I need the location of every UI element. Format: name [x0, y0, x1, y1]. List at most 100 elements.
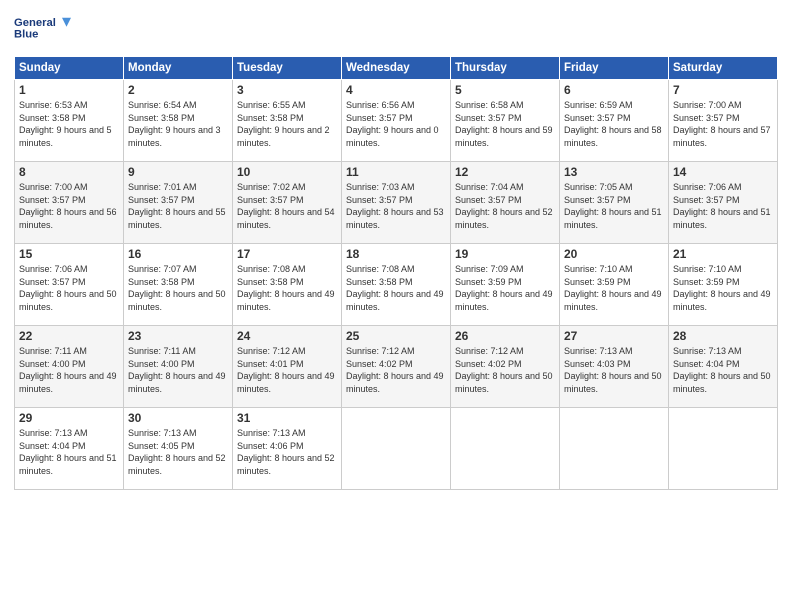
day-info: Sunrise: 7:08 AMSunset: 3:58 PMDaylight:… [346, 263, 446, 313]
day-cell: 23 Sunrise: 7:11 AMSunset: 4:00 PMDayligh… [124, 326, 233, 408]
day-cell: 22 Sunrise: 7:11 AMSunset: 4:00 PMDayligh… [15, 326, 124, 408]
day-cell: 28 Sunrise: 7:13 AMSunset: 4:04 PMDayligh… [669, 326, 778, 408]
day-cell [451, 408, 560, 490]
logo-svg: General Blue [14, 10, 74, 48]
day-info: Sunrise: 6:53 AMSunset: 3:58 PMDaylight:… [19, 99, 119, 149]
day-cell: 19Sunrise: 7:09 AMSunset: 3:59 PMDayligh… [451, 244, 560, 326]
day-cell: 4 Sunrise: 6:56 AMSunset: 3:57 PMDaylight… [342, 80, 451, 162]
day-info: Sunrise: 7:13 AMSunset: 4:04 PMDaylight:… [673, 345, 773, 395]
day-number: 8 [19, 165, 119, 179]
day-cell: 25 Sunrise: 7:12 AMSunset: 4:02 PMDayligh… [342, 326, 451, 408]
week-row-5: 29Sunrise: 7:13 AMSunset: 4:04 PMDayligh… [15, 408, 778, 490]
day-number: 1 [19, 83, 119, 97]
day-cell: 15 Sunrise: 7:06 AMSunset: 3:57 PMDayligh… [15, 244, 124, 326]
day-info: Sunrise: 7:08 AMSunset: 3:58 PMDaylight:… [237, 263, 337, 313]
day-header-wednesday: Wednesday [342, 57, 451, 80]
day-number: 4 [346, 83, 446, 97]
calendar-page: General Blue SundayMondayTuesdayWednesda… [0, 0, 792, 612]
day-info: Sunrise: 7:04 AMSunset: 3:57 PMDaylight:… [455, 181, 555, 231]
day-info: Sunrise: 7:13 AMSunset: 4:04 PMDaylight:… [19, 427, 119, 477]
day-header-tuesday: Tuesday [233, 57, 342, 80]
day-number: 16 [128, 247, 228, 261]
svg-text:General: General [14, 17, 56, 29]
page-header: General Blue [14, 10, 778, 48]
day-cell: 2 Sunrise: 6:54 AMSunset: 3:58 PMDaylight… [124, 80, 233, 162]
day-info: Sunrise: 7:12 AMSunset: 4:02 PMDaylight:… [346, 345, 446, 395]
day-cell: 17Sunrise: 7:08 AMSunset: 3:58 PMDayligh… [233, 244, 342, 326]
day-info: Sunrise: 7:03 AMSunset: 3:57 PMDaylight:… [346, 181, 446, 231]
day-header-thursday: Thursday [451, 57, 560, 80]
day-cell: 12 Sunrise: 7:04 AMSunset: 3:57 PMDayligh… [451, 162, 560, 244]
day-number: 26 [455, 329, 555, 343]
day-number: 13 [564, 165, 664, 179]
day-cell: 1 Sunrise: 6:53 AMSunset: 3:58 PMDaylight… [15, 80, 124, 162]
calendar-header-row: SundayMondayTuesdayWednesdayThursdayFrid… [15, 57, 778, 80]
day-cell: 24 Sunrise: 7:12 AMSunset: 4:01 PMDayligh… [233, 326, 342, 408]
day-cell [560, 408, 669, 490]
day-cell: 9 Sunrise: 7:01 AMSunset: 3:57 PMDaylight… [124, 162, 233, 244]
day-cell: 18 Sunrise: 7:08 AMSunset: 3:58 PMDayligh… [342, 244, 451, 326]
day-number: 20 [564, 247, 664, 261]
day-number: 11 [346, 165, 446, 179]
day-number: 9 [128, 165, 228, 179]
day-cell: 20Sunrise: 7:10 AMSunset: 3:59 PMDayligh… [560, 244, 669, 326]
day-cell: 27 Sunrise: 7:13 AMSunset: 4:03 PMDayligh… [560, 326, 669, 408]
day-cell [342, 408, 451, 490]
day-cell: 3 Sunrise: 6:55 AMSunset: 3:58 PMDaylight… [233, 80, 342, 162]
week-row-3: 15 Sunrise: 7:06 AMSunset: 3:57 PMDayligh… [15, 244, 778, 326]
day-cell: 31 Sunrise: 7:13 AMSunset: 4:06 PMDayligh… [233, 408, 342, 490]
day-info: Sunrise: 6:58 AMSunset: 3:57 PMDaylight:… [455, 99, 555, 149]
day-number: 25 [346, 329, 446, 343]
day-info: Sunrise: 7:11 AMSunset: 4:00 PMDaylight:… [19, 345, 119, 395]
day-info: Sunrise: 7:01 AMSunset: 3:57 PMDaylight:… [128, 181, 228, 231]
day-number: 3 [237, 83, 337, 97]
day-info: Sunrise: 7:00 AMSunset: 3:57 PMDaylight:… [19, 181, 119, 231]
svg-text:Blue: Blue [14, 28, 38, 40]
day-number: 5 [455, 83, 555, 97]
day-cell: 29Sunrise: 7:13 AMSunset: 4:04 PMDayligh… [15, 408, 124, 490]
day-cell: 16Sunrise: 7:07 AMSunset: 3:58 PMDayligh… [124, 244, 233, 326]
day-info: Sunrise: 7:06 AMSunset: 3:57 PMDaylight:… [19, 263, 119, 313]
day-info: Sunrise: 7:11 AMSunset: 4:00 PMDaylight:… [128, 345, 228, 395]
week-row-4: 22 Sunrise: 7:11 AMSunset: 4:00 PMDayligh… [15, 326, 778, 408]
day-number: 2 [128, 83, 228, 97]
day-info: Sunrise: 7:13 AMSunset: 4:05 PMDaylight:… [128, 427, 228, 477]
day-info: Sunrise: 7:13 AMSunset: 4:03 PMDaylight:… [564, 345, 664, 395]
day-number: 27 [564, 329, 664, 343]
calendar-body: 1 Sunrise: 6:53 AMSunset: 3:58 PMDaylight… [15, 80, 778, 490]
day-info: Sunrise: 7:13 AMSunset: 4:06 PMDaylight:… [237, 427, 337, 477]
day-cell: 26 Sunrise: 7:12 AMSunset: 4:02 PMDayligh… [451, 326, 560, 408]
day-number: 14 [673, 165, 773, 179]
day-number: 30 [128, 411, 228, 425]
day-number: 24 [237, 329, 337, 343]
day-cell: 7Sunrise: 7:00 AMSunset: 3:57 PMDaylight… [669, 80, 778, 162]
week-row-1: 1 Sunrise: 6:53 AMSunset: 3:58 PMDaylight… [15, 80, 778, 162]
day-info: Sunrise: 6:55 AMSunset: 3:58 PMDaylight:… [237, 99, 337, 149]
day-info: Sunrise: 7:09 AMSunset: 3:59 PMDaylight:… [455, 263, 555, 313]
day-info: Sunrise: 7:12 AMSunset: 4:02 PMDaylight:… [455, 345, 555, 395]
day-info: Sunrise: 6:56 AMSunset: 3:57 PMDaylight:… [346, 99, 446, 149]
day-info: Sunrise: 7:06 AMSunset: 3:57 PMDaylight:… [673, 181, 773, 231]
day-info: Sunrise: 6:54 AMSunset: 3:58 PMDaylight:… [128, 99, 228, 149]
day-cell: 8 Sunrise: 7:00 AMSunset: 3:57 PMDaylight… [15, 162, 124, 244]
day-info: Sunrise: 7:12 AMSunset: 4:01 PMDaylight:… [237, 345, 337, 395]
day-cell: 10 Sunrise: 7:02 AMSunset: 3:57 PMDayligh… [233, 162, 342, 244]
day-number: 15 [19, 247, 119, 261]
day-number: 18 [346, 247, 446, 261]
day-info: Sunrise: 6:59 AMSunset: 3:57 PMDaylight:… [564, 99, 664, 149]
day-cell: 5 Sunrise: 6:58 AMSunset: 3:57 PMDaylight… [451, 80, 560, 162]
day-cell: 21Sunrise: 7:10 AMSunset: 3:59 PMDayligh… [669, 244, 778, 326]
day-number: 10 [237, 165, 337, 179]
day-number: 28 [673, 329, 773, 343]
day-header-saturday: Saturday [669, 57, 778, 80]
day-number: 31 [237, 411, 337, 425]
day-number: 22 [19, 329, 119, 343]
day-info: Sunrise: 7:02 AMSunset: 3:57 PMDaylight:… [237, 181, 337, 231]
day-cell: 6Sunrise: 6:59 AMSunset: 3:57 PMDaylight… [560, 80, 669, 162]
day-cell: 14 Sunrise: 7:06 AMSunset: 3:57 PMDayligh… [669, 162, 778, 244]
day-number: 23 [128, 329, 228, 343]
day-header-monday: Monday [124, 57, 233, 80]
day-cell: 13Sunrise: 7:05 AMSunset: 3:57 PMDayligh… [560, 162, 669, 244]
day-number: 7 [673, 83, 773, 97]
day-number: 12 [455, 165, 555, 179]
